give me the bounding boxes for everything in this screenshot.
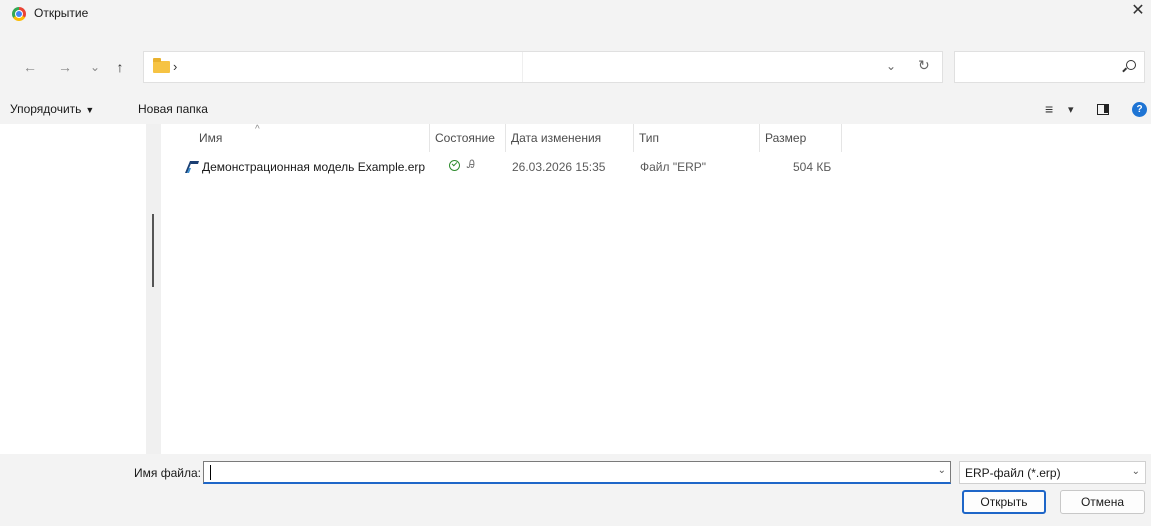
filename-input[interactable]: ⌄ <box>203 461 951 484</box>
address-divider <box>522 52 523 82</box>
back-button[interactable]: ← <box>20 57 40 77</box>
refresh-button[interactable]: ↻ <box>918 57 930 74</box>
file-modified: 26.03.2026 15:35 <box>512 160 606 174</box>
filter-dropdown-icon: ⌄ <box>1131 466 1140 477</box>
column-header-modified[interactable]: Дата изменения <box>505 124 633 152</box>
preview-pane-icon[interactable] <box>1097 104 1109 115</box>
new-folder-button[interactable]: Новая папка <box>138 102 208 116</box>
file-type: Файл "ERP" <box>640 160 707 174</box>
search-input[interactable] <box>954 51 1145 83</box>
organize-caret-icon: ▼ <box>85 105 95 115</box>
organize-label: Упорядочить <box>10 102 82 116</box>
view-options-caret-icon[interactable]: ▾ <box>1068 103 1074 116</box>
file-size: 504 КБ <box>793 160 832 174</box>
navigation-pane-scrollbar[interactable] <box>146 124 161 454</box>
column-label: Имя <box>199 131 223 145</box>
file-row[interactable]: Демонстрационная модель Example.erp Ꭿ 26… <box>173 156 853 178</box>
recent-locations-button[interactable]: ⌄ <box>85 57 105 77</box>
column-divider[interactable] <box>841 124 842 152</box>
chrome-icon <box>12 7 26 21</box>
filter-value: ERP-файл (*.erp) <box>965 466 1061 480</box>
scrollbar-thumb[interactable] <box>152 214 154 287</box>
user-status-icon: Ꭿ <box>467 159 475 171</box>
navigation-bar: ← → ⌄ ↑ › ⌄ ↻ <box>0 40 1151 94</box>
filename-dropdown-icon[interactable]: ⌄ <box>938 465 946 476</box>
sync-ok-icon <box>449 160 460 171</box>
column-header-status[interactable]: Состояние <box>429 124 505 152</box>
search-icon[interactable] <box>1126 60 1136 70</box>
window-title: Открытие <box>34 6 89 20</box>
address-history-dropdown[interactable]: ⌄ <box>886 59 896 73</box>
file-name: Демонстрационная модель Example.erp <box>202 160 426 174</box>
address-bar[interactable]: › ⌄ ↻ <box>143 51 943 83</box>
open-button[interactable]: Открыть <box>962 490 1046 514</box>
organize-button[interactable]: Упорядочить ▼ <box>10 102 94 116</box>
dialog-footer: Имя файла: ⌄ ERP-файл (*.erp) ⌄ Открыть … <box>0 454 1151 526</box>
column-header-size[interactable]: Размер <box>759 124 841 152</box>
file-list[interactable]: Имя ^ Состояние Дата изменения Тип Разме… <box>161 124 1151 454</box>
erp-file-icon <box>185 161 199 173</box>
folder-icon <box>153 58 170 73</box>
help-icon[interactable]: ? <box>1132 102 1147 117</box>
column-header-type[interactable]: Тип <box>633 124 759 152</box>
up-button[interactable]: ↑ <box>110 57 130 77</box>
forward-button[interactable]: → <box>55 57 75 77</box>
view-options-icon[interactable]: ≡ <box>1045 101 1053 117</box>
column-header-name[interactable]: Имя ^ <box>193 124 429 152</box>
navigation-pane[interactable] <box>0 124 146 454</box>
title-bar: Открытие ✕ <box>0 0 1151 40</box>
sort-ascending-icon: ^ <box>255 124 260 135</box>
filename-label: Имя файла: <box>134 466 201 480</box>
command-toolbar: Упорядочить ▼ Новая папка ≡ ▾ ? <box>0 94 1151 124</box>
breadcrumb-chevron-icon[interactable]: › <box>173 59 177 74</box>
text-caret <box>210 465 211 480</box>
file-type-filter-select[interactable]: ERP-файл (*.erp) ⌄ <box>959 461 1146 484</box>
close-button[interactable]: ✕ <box>1125 0 1151 24</box>
cancel-button[interactable]: Отмена <box>1060 490 1145 514</box>
